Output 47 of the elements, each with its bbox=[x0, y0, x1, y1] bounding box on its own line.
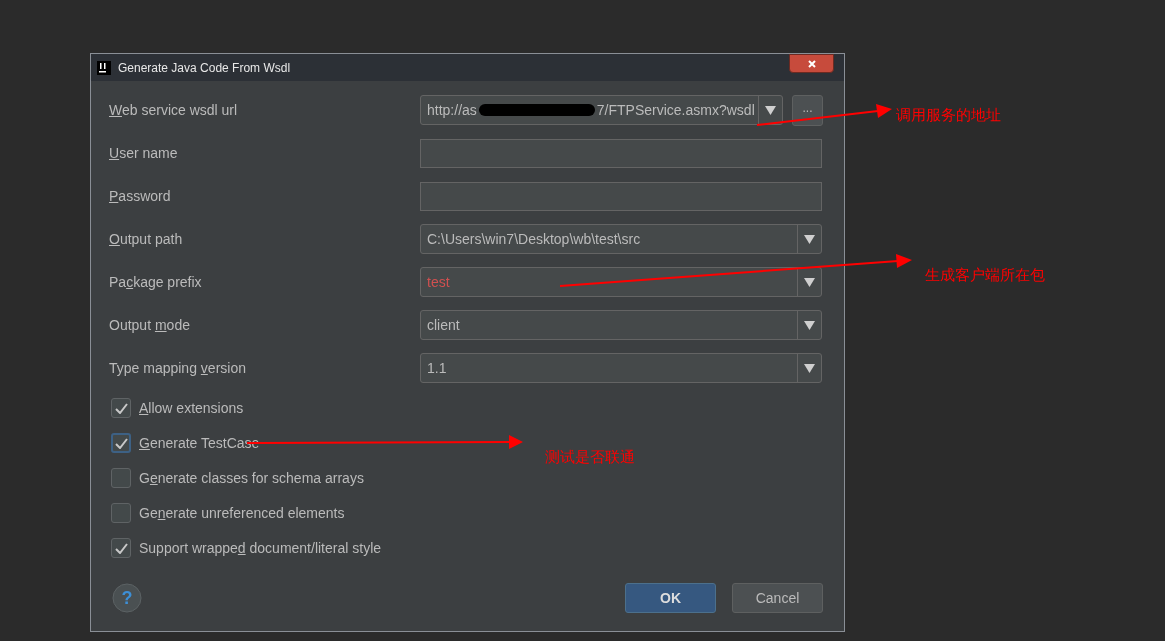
field-value: C:\Users\win7\Desktop\wb\test\src bbox=[427, 229, 641, 249]
caret-icon bbox=[804, 363, 815, 373]
field-label: Type mapping version bbox=[109, 360, 246, 376]
caret-icon bbox=[804, 320, 815, 330]
field-label: Package prefix bbox=[109, 274, 202, 290]
checkbox[interactable] bbox=[111, 468, 131, 488]
caret-icon bbox=[804, 277, 815, 287]
checkbox[interactable] bbox=[111, 398, 131, 418]
cancel-button[interactable]: Cancel bbox=[732, 583, 823, 613]
annotation-text: 调用服务的地址 bbox=[896, 105, 1001, 125]
combo-box[interactable]: client bbox=[420, 310, 822, 340]
checkbox-label: Generate unreferenced elements bbox=[139, 503, 345, 523]
field-value: test bbox=[427, 272, 450, 292]
annotation-text: 生成客户端所在包 bbox=[925, 265, 1045, 285]
close-icon bbox=[807, 59, 816, 68]
caret-icon bbox=[765, 105, 776, 115]
field-label: Web service wsdl url bbox=[109, 102, 238, 118]
checkbox[interactable] bbox=[111, 538, 131, 558]
close-button[interactable] bbox=[789, 54, 834, 73]
checkmark-icon bbox=[114, 542, 128, 554]
field-value: http://as bbox=[427, 100, 477, 120]
combo-box[interactable]: 1.1 bbox=[420, 353, 822, 383]
field-value: client bbox=[427, 315, 460, 335]
caret-icon bbox=[804, 234, 815, 244]
browse-button[interactable]: ... bbox=[792, 94, 823, 126]
input-field[interactable] bbox=[420, 181, 822, 211]
app-logo-icon bbox=[97, 60, 111, 75]
checkbox[interactable] bbox=[111, 503, 131, 523]
checkbox-label: Support wrapped document/literal style bbox=[139, 538, 382, 558]
combo-box[interactable]: C:\Users\win7\Desktop\wb\test\src bbox=[420, 224, 822, 254]
field-value: 1.1 bbox=[427, 358, 447, 378]
checkbox[interactable] bbox=[111, 433, 131, 453]
input-field[interactable] bbox=[420, 138, 822, 168]
field-label: Password bbox=[109, 188, 171, 204]
ok-button[interactable]: OK bbox=[625, 583, 716, 613]
field-label: User name bbox=[109, 145, 178, 161]
checkbox-label: Generate classes for schema arrays bbox=[139, 468, 364, 488]
help-icon[interactable]: ? bbox=[112, 583, 142, 613]
checkmark-icon bbox=[114, 402, 128, 414]
annotation-text: 测试是否联通 bbox=[545, 447, 635, 467]
field-value: 7/FTPService.asmx?wsdl bbox=[596, 100, 755, 120]
checkbox-label: Allow extensions bbox=[139, 398, 244, 418]
field-label: Output path bbox=[109, 231, 183, 247]
window-title: Generate Java Code From Wsdl bbox=[118, 59, 291, 77]
checkmark-icon bbox=[114, 437, 128, 449]
field-label: Output mode bbox=[109, 317, 190, 333]
combo-box[interactable]: http://as 7/FTPService.asmx?wsdl bbox=[420, 95, 783, 125]
